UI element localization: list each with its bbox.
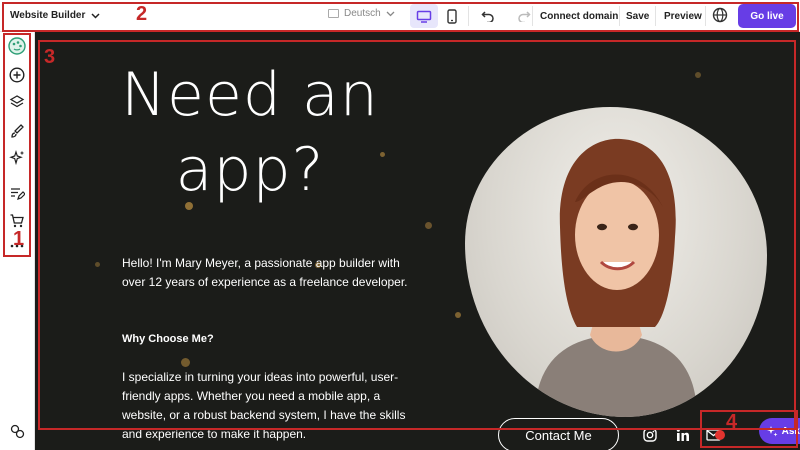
- annotation-number: 3: [44, 46, 56, 68]
- toolbar-divider: [468, 6, 469, 26]
- ask-ai-label: Ask AI: [781, 425, 800, 437]
- portrait-image[interactable]: [465, 107, 767, 417]
- undo-icon: [481, 11, 494, 22]
- toolbar-divider: [619, 6, 620, 26]
- instagram-link[interactable]: [643, 428, 657, 447]
- globe-icon: [712, 7, 728, 23]
- palette-icon: [8, 37, 26, 55]
- bokeh-light: [425, 222, 432, 229]
- bokeh-light: [455, 312, 461, 318]
- globe-button[interactable]: [712, 7, 728, 26]
- edit-note-icon: [11, 188, 25, 200]
- sparkle-icon: [9, 150, 24, 166]
- settings-icon: [10, 424, 25, 439]
- sidebar-item-settings[interactable]: [8, 422, 26, 440]
- language-label: Deutsch: [344, 8, 381, 19]
- contact-me-button[interactable]: Contact Me: [498, 418, 619, 450]
- toolbar-divider: [532, 6, 533, 26]
- portrait-illustration: [535, 138, 697, 417]
- redo-icon: [518, 11, 531, 22]
- desktop-view-button[interactable]: [410, 4, 438, 28]
- bokeh-light: [181, 358, 190, 367]
- website-builder-label: Website Builder: [10, 10, 86, 21]
- why-choose-heading[interactable]: Why Choose Me?: [122, 333, 214, 345]
- page-canvas: Need an app? Hello! I'm Mary Meyer, a pa…: [35, 32, 800, 450]
- notification-badge: [715, 430, 725, 440]
- hero-intro-text[interactable]: Hello! I'm Mary Meyer, a passionate app …: [122, 254, 412, 292]
- linkedin-icon: [676, 428, 689, 441]
- sidebar-item-ai-tools[interactable]: [8, 149, 26, 167]
- sidebar-item-layers[interactable]: [8, 93, 26, 111]
- sidebar-item-styles[interactable]: [8, 37, 26, 55]
- save-button[interactable]: Save: [626, 11, 649, 22]
- connect-domain-button[interactable]: Connect domain: [540, 11, 618, 22]
- ask-ai-button[interactable]: Ask AI: [759, 418, 800, 444]
- redo-button[interactable]: [510, 4, 538, 28]
- device-switcher: [410, 4, 466, 28]
- language-selector[interactable]: Deutsch: [328, 8, 395, 19]
- hero-title[interactable]: Need an app?: [100, 58, 400, 208]
- toolbar-divider: [655, 6, 656, 26]
- layers-icon: [9, 95, 25, 108]
- sidebar-item-blog[interactable]: [8, 185, 26, 203]
- chevron-down-icon: [91, 12, 100, 19]
- chevron-down-icon: [386, 11, 395, 16]
- desktop-icon: [416, 10, 432, 23]
- annotation-number: 2: [136, 3, 148, 25]
- brush-icon: [11, 124, 24, 138]
- go-live-button[interactable]: Go live: [738, 4, 796, 28]
- top-toolbar: Website Builder Deutsch Connect domain S…: [0, 0, 800, 32]
- sidebar-item-design[interactable]: [8, 122, 26, 140]
- hero-description-text[interactable]: I specialize in turning your ideas into …: [122, 368, 412, 444]
- bokeh-light: [695, 72, 701, 78]
- mobile-view-button[interactable]: [438, 4, 466, 28]
- bokeh-light: [95, 262, 100, 267]
- undo-button[interactable]: [474, 4, 502, 28]
- mobile-icon: [447, 8, 457, 24]
- add-circle-icon: [9, 67, 25, 83]
- preview-button[interactable]: Preview: [664, 11, 702, 22]
- cart-icon: [10, 214, 24, 228]
- sparkle-icon: [766, 426, 778, 437]
- website-builder-dropdown[interactable]: Website Builder: [0, 10, 110, 21]
- history-controls: [474, 4, 538, 28]
- annotation-number: 1: [13, 228, 25, 250]
- sidebar-item-add-section[interactable]: [8, 66, 26, 84]
- annotation-number: 4: [726, 411, 738, 433]
- flag-icon: [328, 9, 339, 18]
- instagram-icon: [643, 428, 657, 442]
- toolbar-divider: [705, 6, 706, 26]
- linkedin-link[interactable]: [676, 428, 690, 447]
